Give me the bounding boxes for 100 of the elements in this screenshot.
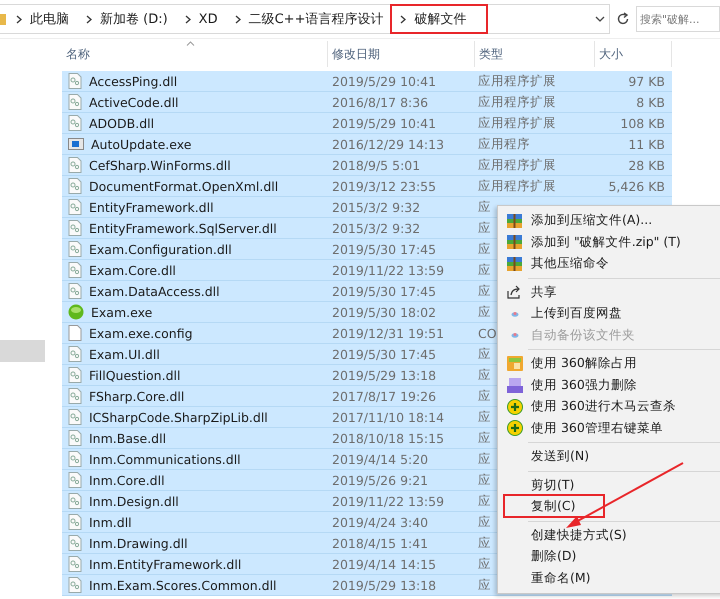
file-type: 应 — [478, 450, 491, 468]
file-name: Inm.Design.dll — [89, 494, 179, 508]
chevron-icon — [234, 14, 241, 24]
file-type: 应 — [478, 556, 491, 572]
dll-file-icon — [68, 220, 82, 236]
refresh-icon[interactable] — [616, 12, 630, 26]
modified-date: 2018/9/5 5:01 — [331, 158, 422, 172]
file-type: 应 — [478, 534, 491, 552]
file-name: FSharp.Core.dll — [89, 388, 184, 404]
plus-icon — [506, 398, 522, 415]
dll-file-icon — [68, 451, 82, 467]
file-name: Exam.DataAccess.dll — [89, 284, 220, 298]
file-row[interactable]: ActiveCode.dll 2016/8/17 8:36 应用程序扩展 8 KB — [62, 92, 672, 113]
folder-lock-icon — [506, 356, 522, 372]
dll-file-icon — [68, 94, 82, 110]
modified-date: 2019/5/29 10:41 — [331, 116, 438, 130]
file-name: ICSharpCode.SharpZipLib.dll — [89, 410, 268, 424]
dll-file-icon — [68, 388, 82, 404]
dll-file-icon — [68, 157, 82, 173]
breadcrumb[interactable]: 破解文件 — [390, 4, 488, 34]
modified-date: 2016/12/29 14:13 — [331, 136, 446, 152]
file-row[interactable]: AccessPing.dll 2019/5/29 10:41 应用程序扩展 97 KB — [62, 71, 672, 92]
file-name: Exam.exe — [91, 304, 152, 320]
dll-file-icon — [68, 472, 82, 488]
file-size: 5,426 KB — [607, 178, 665, 194]
breadcrumb[interactable]: XD — [174, 5, 225, 33]
modified-date: 2019/5/30 17:45 — [331, 242, 438, 256]
file-name: Inm.dll — [89, 514, 132, 530]
application-icon — [68, 137, 84, 151]
chevron-icon — [86, 14, 92, 24]
file-name: ADODB.dll — [89, 116, 154, 130]
column-header[interactable]: 名称 — [62, 41, 328, 67]
archive-icon — [507, 214, 522, 228]
dll-file-icon — [68, 577, 82, 593]
file-type: 应 — [478, 492, 491, 510]
file-type: 应 — [478, 198, 491, 216]
modified-date: 2019/3/12 23:55 — [331, 178, 438, 194]
file-name: Exam.exe.config — [89, 326, 193, 340]
modified-date: 2019/5/26 9:21 — [331, 472, 430, 488]
file-name: FillQuestion.dll — [89, 368, 180, 382]
file-type: 应用程序 — [478, 136, 530, 152]
file-name: Exam.Configuration.dll — [89, 242, 232, 256]
file-name: Inm.EntityFramework.dll — [89, 556, 242, 572]
file-type: 应用程序扩展 — [478, 94, 556, 110]
file-name: Inm.Base.dll — [89, 430, 166, 446]
breadcrumb[interactable]: 新加卷 (D:) — [76, 5, 175, 33]
modified-date: 2018/10/18 15:15 — [331, 430, 446, 446]
file-row[interactable]: CefSharp.WinForms.dll 2018/9/5 5:01 应用程序扩展 28 KB — [62, 155, 672, 176]
file-type: 应 — [478, 304, 491, 320]
share-icon — [507, 285, 522, 300]
file-name: Inm.Core.dll — [89, 472, 165, 488]
file-type: 应 — [478, 262, 491, 278]
column-header[interactable]: 修改日期 — [328, 41, 475, 67]
dll-file-icon — [68, 493, 82, 509]
modified-date: 2019/4/24 3:40 — [331, 514, 430, 530]
modified-date: 2019/5/29 13:18 — [331, 368, 438, 382]
modified-date: 2015/3/2 9:32 — [331, 220, 422, 236]
file-row[interactable]: DocumentFormat.OpenXml.dll 2019/3/12 23:55 应用程序扩展 5,426 KB — [62, 176, 672, 197]
file-name: Exam.UI.dll — [89, 346, 160, 362]
file-name: Inm.Drawing.dll — [89, 536, 188, 550]
modified-date: 2019/11/22 13:59 — [331, 494, 446, 508]
file-type: 应用程序扩展 — [478, 178, 556, 194]
search-field[interactable]: 搜索"破解... — [636, 6, 720, 32]
file-icon — [68, 325, 82, 341]
modified-date: 2019/12/31 19:51 — [331, 326, 446, 340]
breadcrumb[interactable]: 二级C++语言程序设计 — [224, 5, 390, 33]
file-row[interactable]: AutoUpdate.exe 2016/12/29 14:13 应用程序 11 KB — [62, 134, 672, 155]
dll-file-icon — [68, 535, 82, 551]
address-bar[interactable]: 此电脑 新加卷 (D:) XD 二级C++语言程序设计 破解文件 — [0, 4, 610, 34]
column-header[interactable]: 大小 — [595, 41, 672, 67]
file-name: Exam.Core.dll — [89, 262, 176, 278]
modified-date: 2019/5/30 17:45 — [331, 284, 438, 298]
chevron-icon — [16, 14, 22, 24]
file-type: 应 — [478, 388, 491, 404]
dll-file-icon — [68, 346, 82, 362]
modified-date: 2017/8/17 19:26 — [331, 388, 438, 404]
file-type: 应 — [478, 408, 491, 426]
file-type: 应 — [478, 576, 491, 594]
modified-date: 2019/5/30 17:45 — [331, 346, 438, 362]
file-name: CefSharp.WinForms.dll — [89, 158, 231, 172]
file-type: 应 — [478, 430, 491, 446]
dll-file-icon — [68, 514, 82, 530]
dropdown-icon[interactable] — [595, 16, 605, 22]
dll-file-icon — [68, 430, 82, 446]
file-type: 应用程序扩展 — [478, 156, 556, 174]
file-type: CO — [478, 326, 497, 340]
file-row[interactable]: ADODB.dll 2019/5/29 10:41 应用程序扩展 108 KB — [62, 113, 672, 134]
dll-file-icon — [68, 262, 82, 278]
file-name: EntityFramework.SqlServer.dll — [89, 220, 277, 236]
modified-date: 2019/5/29 13:18 — [331, 578, 438, 592]
file-name: Inm.Exam.Scores.Common.dll — [89, 578, 277, 592]
file-size: 108 KB — [619, 116, 665, 130]
file-type: 应 — [478, 514, 491, 530]
file-name: AutoUpdate.exe — [91, 136, 192, 152]
column-header[interactable]: 类型 — [475, 41, 595, 67]
breadcrumb[interactable]: 此电脑 — [6, 5, 76, 33]
dll-file-icon — [68, 556, 82, 572]
sort-caret-icon — [186, 41, 195, 46]
modified-date: 2019/5/30 18:02 — [331, 304, 438, 320]
cloud-icon — [510, 310, 518, 317]
